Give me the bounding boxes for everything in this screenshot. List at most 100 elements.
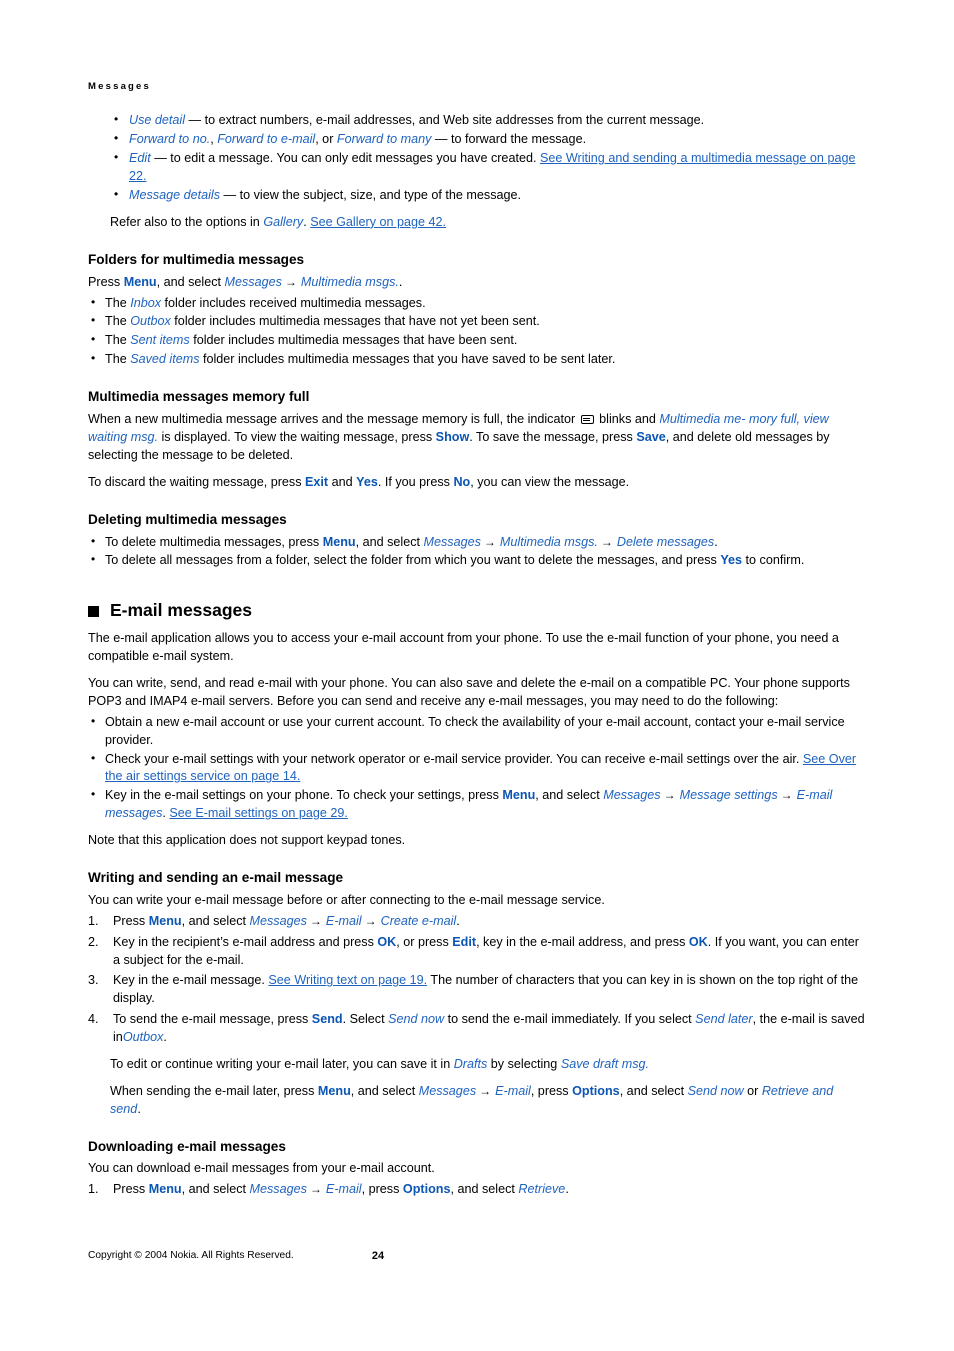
softkey-label: Menu (322, 534, 356, 549)
menu-term: Forward to no. (129, 132, 211, 147)
list-item: Message details — to view the subject, s… (110, 186, 866, 205)
arrow-icon: → (483, 534, 496, 549)
list-item: The Saved items folder includes multimed… (88, 350, 866, 369)
heading-deleting-multimedia-messages: Deleting multimedia messages (88, 511, 287, 527)
menu-term: Inbox (130, 295, 162, 310)
menu-term: Multimedia msgs. (300, 274, 399, 289)
heading-multimedia-messages-memory-full: Multimedia messages memory full (88, 389, 310, 405)
arrow-icon: → (780, 788, 793, 803)
list-item: Edit — to edit a message. You can only e… (110, 149, 866, 186)
numbered-step: Key in the recipient’s e-mail address an… (88, 934, 859, 967)
numbered-step: Key in the e-mail message. See Writing t… (88, 972, 859, 1006)
downloading-intro-paragraph: You can download e-mail messages from yo… (88, 1161, 435, 1176)
numbered-step: To send the e-mail message, press Send. … (88, 1011, 865, 1044)
downloading-steps-list: Press Menu, and select Messages → E-mail, … (88, 1181, 866, 1199)
numbered-step: Press Menu, and select Messages → E-mail, … (88, 1181, 569, 1199)
list-item: Key in the e-mail settings on your phone… (88, 786, 866, 823)
softkey-label: Menu (317, 1083, 351, 1098)
menu-term: Forward to many (336, 132, 432, 147)
heading-writing-and-sending-an-e-mail-message: Writing and sending an e-mail message (88, 869, 344, 885)
arrow-icon: → (364, 913, 377, 928)
email-paragraph-1: The e-mail application allows you to acc… (88, 631, 839, 664)
menu-term: Outbox (130, 314, 171, 329)
softkey-label: Menu (123, 274, 157, 289)
menu-term: Use detail (129, 113, 186, 128)
menu-term: E-mail (325, 913, 362, 928)
softkey-label: Yes (356, 474, 378, 489)
cross-reference-link[interactable]: See Gallery on page 42. (310, 215, 446, 229)
menu-term: Drafts (453, 1056, 488, 1071)
memory-full-paragraph-2: To discard the waiting message, press Ex… (88, 474, 630, 489)
cross-reference-link[interactable]: See Over the air settings service on pag… (105, 752, 856, 784)
arrow-icon: → (309, 1182, 322, 1197)
arrow-icon: → (309, 913, 322, 928)
writing-intro-paragraph: You can write your e-mail message before… (88, 892, 605, 907)
document-page: Messages Use detail — to extract numbers… (0, 0, 954, 1351)
writing-after-step-paragraph-2: When sending the e-mail later, press Men… (110, 1083, 834, 1116)
list-item: To delete multimedia messages, press Men… (88, 533, 866, 552)
running-head: Messages (88, 81, 152, 92)
heading-e-mail-messages: E-mail messages (88, 600, 866, 621)
menu-term: Forward to e-mail (217, 132, 316, 147)
menu-term: Gallery (263, 214, 304, 229)
softkey-label: Yes (720, 553, 743, 568)
list-item: Use detail — to extract numbers, e-mail … (110, 111, 866, 130)
softkey-label: Save (636, 429, 666, 444)
email-note-paragraph: Note that this application does not supp… (88, 833, 406, 848)
menu-term: Messages (423, 534, 481, 549)
list-item: Forward to no., Forward to e-mail, or Fo… (110, 130, 866, 149)
arrow-icon: → (284, 274, 297, 289)
menu-term: Messages (224, 274, 282, 289)
email-prerequisites-list: Obtain a new e-mail account or use your … (88, 713, 866, 823)
menu-term: Message details (129, 187, 221, 202)
memory-full-paragraph-1: When a new multimedia message arrives an… (88, 412, 830, 462)
refer-also-paragraph: Refer also to the options in Gallery. Se… (110, 214, 447, 229)
arrow-icon: → (479, 1083, 492, 1098)
heading-downloading-e-mail-messages: Downloading e-mail messages (88, 1138, 286, 1154)
folders-bullet-list: The Inbox folder includes received multi… (88, 294, 866, 370)
cross-reference-link[interactable]: See Writing text on page 19. (268, 973, 427, 987)
softkey-label: OK (688, 934, 708, 949)
cross-reference-link[interactable]: See Writing and sending a multimedia mes… (129, 151, 855, 183)
menu-term: Messages (249, 1182, 307, 1197)
list-item: To delete all messages from a folder, se… (88, 551, 866, 570)
chapter-title-text: E-mail messages (110, 600, 253, 621)
menu-term: Retrieve (518, 1182, 566, 1197)
menu-term: Multimedia msgs. (499, 534, 598, 549)
numbered-step: Press Menu, and select Messages → E-mail → C… (88, 913, 460, 931)
softkey-label: Menu (502, 788, 536, 803)
softkey-label: Send (311, 1012, 343, 1027)
softkey-label: Edit (452, 934, 477, 949)
deleting-bullet-list: To delete multimedia messages, press Men… (88, 533, 866, 571)
arrow-icon: → (600, 534, 613, 549)
softkey-label: Options (402, 1182, 451, 1197)
menu-term: Message settings (679, 788, 778, 803)
list-item: The Inbox folder includes received multi… (88, 294, 866, 313)
menu-term: Send later (695, 1012, 753, 1027)
menu-term: Create e-mail (380, 913, 457, 928)
softkey-label: Options (572, 1083, 620, 1098)
menu-term: Messages (603, 788, 661, 803)
page-content: Messages Use detail — to extract numbers… (88, 81, 866, 1208)
softkey-label: OK (377, 934, 397, 949)
menu-term: Edit (129, 151, 151, 166)
list-item: The Outbox folder includes multimedia me… (88, 312, 866, 331)
menu-term: Send now (388, 1012, 445, 1027)
cross-reference-link[interactable]: See E-mail settings on page 29. (169, 806, 348, 820)
writing-steps-list: Press Menu, and select Messages → E-mail → C… (88, 913, 866, 1047)
menu-term: Sent items (130, 333, 190, 348)
list-item: The Sent items folder includes multimedi… (88, 331, 866, 350)
softkey-label: No (453, 474, 471, 489)
menu-term: Send now (687, 1083, 744, 1098)
list-item: Obtain a new e-mail account or use your … (88, 713, 866, 750)
menu-term: Delete messages (616, 534, 715, 549)
menu-term: E-mail (325, 1182, 362, 1197)
email-paragraph-2: You can write, send, and read e-mail wit… (88, 676, 850, 708)
page-number: 24 (371, 1250, 385, 1262)
menu-term: Saved items (130, 352, 200, 367)
writing-after-step-paragraph-1: To edit or continue writing your e-mail … (110, 1056, 650, 1071)
menu-term: Outbox (122, 1030, 164, 1044)
softkey-label: Exit (305, 474, 329, 489)
softkey-label: Menu (148, 913, 182, 928)
envelope-icon (580, 415, 594, 425)
